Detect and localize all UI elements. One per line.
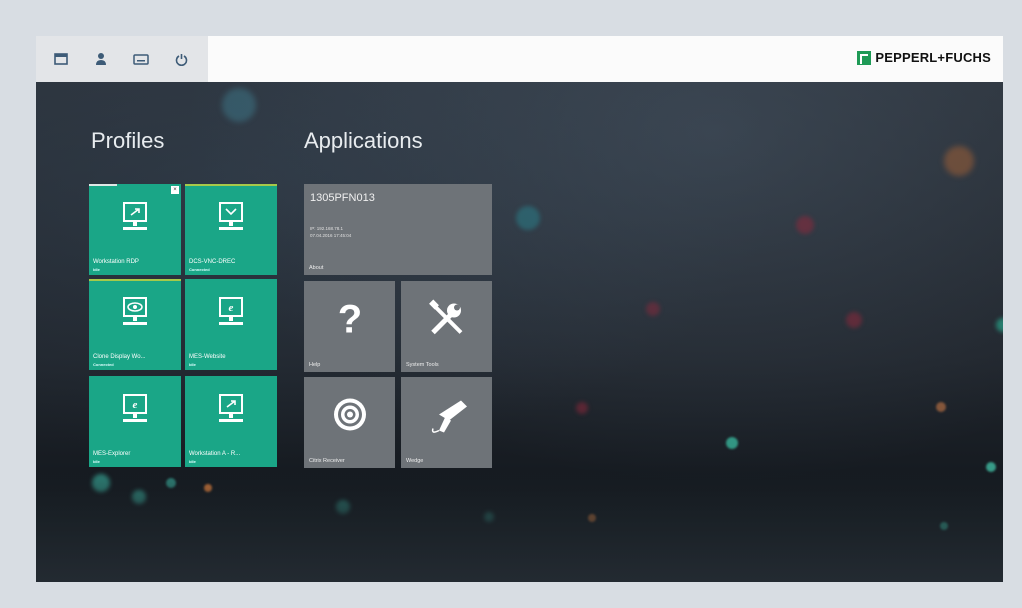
profile-name: Clone Display Wo... bbox=[93, 354, 146, 360]
toolbar bbox=[36, 36, 208, 82]
profile-name: MES-Explorer bbox=[93, 451, 131, 457]
barcode-scanner-icon bbox=[423, 391, 471, 444]
help-label: Help bbox=[309, 362, 321, 368]
citrix-receiver-label: Citrix Receiver bbox=[309, 458, 345, 464]
close-icon[interactable]: × bbox=[171, 186, 179, 194]
monitor-remote-icon bbox=[123, 202, 147, 230]
profile-status: Idle bbox=[93, 459, 100, 464]
citrix-icon bbox=[332, 397, 368, 438]
logo-text: PEPPERL+FUCHS bbox=[875, 50, 991, 65]
profile-tile[interactable]: e MES-Website Idle bbox=[185, 279, 277, 370]
connected-bar bbox=[89, 279, 181, 281]
user-icon[interactable] bbox=[92, 50, 110, 68]
monitor-browser-icon: e bbox=[219, 297, 243, 325]
profile-name: DCS-VNC-DREC bbox=[189, 259, 236, 265]
about-tile[interactable]: 1305PFN013 IP: 192.168.78.1 07.04.2016 1… bbox=[304, 184, 492, 275]
system-tools-tile[interactable]: System Tools bbox=[401, 281, 492, 372]
profile-status: Idle bbox=[189, 362, 196, 367]
monitor-eye-icon bbox=[123, 297, 147, 325]
profile-status: Idle bbox=[189, 459, 196, 464]
keyboard-icon[interactable] bbox=[132, 50, 150, 68]
profile-tile[interactable]: Clone Display Wo... Connected bbox=[89, 279, 181, 370]
question-icon: ? bbox=[335, 298, 365, 344]
tools-icon bbox=[427, 299, 467, 344]
monitor-browser-icon: e bbox=[123, 394, 147, 422]
profile-name: Workstation RDP bbox=[93, 259, 139, 265]
device-name: 1305PFN013 bbox=[310, 192, 375, 204]
profile-tile[interactable]: DCS-VNC-DREC Connected bbox=[185, 184, 277, 275]
progress-bar bbox=[89, 184, 117, 186]
device-timestamp: 07.04.2016 17:45:04 bbox=[310, 233, 352, 238]
power-icon[interactable] bbox=[172, 50, 190, 68]
svg-text:e: e bbox=[229, 302, 234, 314]
device-ip: IP: 192.168.78.1 bbox=[310, 226, 344, 231]
about-label: About bbox=[309, 265, 324, 271]
help-tile[interactable]: ? Help bbox=[304, 281, 395, 372]
wallpaper bbox=[36, 82, 1003, 582]
applications-heading: Applications bbox=[304, 128, 423, 153]
profile-status: Connected bbox=[93, 362, 114, 367]
profile-name: MES-Website bbox=[189, 354, 226, 360]
brand-logo: PEPPERL+FUCHS bbox=[857, 50, 991, 65]
wedge-label: Wedge bbox=[406, 458, 424, 464]
top-bar: PEPPERL+FUCHS bbox=[36, 36, 1003, 82]
logo-mark-icon bbox=[857, 50, 872, 65]
profile-status: Connected bbox=[189, 267, 210, 272]
citrix-receiver-tile[interactable]: Citrix Receiver bbox=[304, 377, 395, 468]
profiles-heading: Profiles bbox=[91, 128, 165, 153]
profile-tile[interactable]: Workstation A - R... Idle bbox=[185, 376, 277, 467]
profile-tile[interactable]: e MES-Explorer Idle bbox=[89, 376, 181, 467]
window-icon[interactable] bbox=[52, 50, 70, 68]
svg-text:e: e bbox=[133, 399, 138, 411]
wedge-tile[interactable]: Wedge bbox=[401, 377, 492, 468]
profile-tile[interactable]: × Workstation RDP Idle bbox=[89, 184, 181, 275]
profile-status: Idle bbox=[93, 267, 100, 272]
app-window: PEPPERL+FUCHS Profiles Applications × Wo… bbox=[36, 36, 1003, 582]
connected-bar bbox=[185, 184, 277, 186]
system-tools-label: System Tools bbox=[406, 362, 439, 368]
monitor-remote-icon bbox=[219, 394, 243, 422]
svg-text:?: ? bbox=[337, 299, 361, 339]
profile-name: Workstation A - R... bbox=[189, 451, 241, 457]
monitor-vnc-icon bbox=[219, 202, 243, 230]
